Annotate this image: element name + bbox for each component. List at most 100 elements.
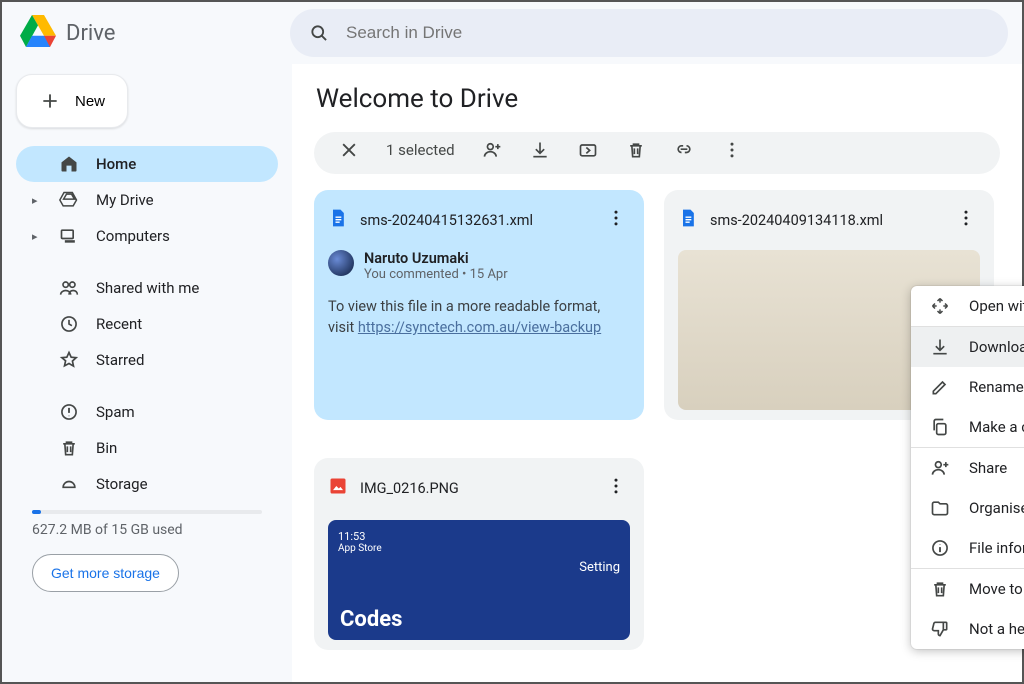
home-icon [58, 154, 80, 174]
card-more-icon[interactable] [952, 204, 980, 236]
menu-item-label: Open with [969, 297, 1024, 315]
menu-item-open-with[interactable]: Open with▸ [911, 286, 1024, 326]
file-name: IMG_0216.PNG [360, 480, 590, 497]
commenter-name: Naruto Uzumaki [364, 250, 508, 267]
storage-icon [58, 474, 80, 494]
comment-link[interactable]: https://synctech.com.au/view-backup [358, 319, 601, 336]
thumbs-down-icon [929, 619, 951, 639]
menu-item-download[interactable]: Download [911, 327, 1024, 367]
file-name: sms-20240409134118.xml [710, 212, 940, 229]
recent-icon [58, 314, 80, 334]
file-type-icon [328, 476, 348, 500]
search-input[interactable] [346, 23, 990, 43]
sidebar-item-label: Recent [96, 315, 142, 333]
preview-time: 11:53 [338, 530, 620, 543]
bin-icon [58, 438, 80, 458]
new-button-label: New [75, 93, 105, 110]
menu-item-share[interactable]: Share▸ [911, 448, 1024, 488]
info-icon [929, 538, 951, 558]
get-more-storage-button[interactable]: Get more storage [32, 554, 179, 592]
menu-item-label: Make a copy [969, 418, 1024, 436]
star-icon [58, 350, 80, 370]
page-title: Welcome to Drive [292, 84, 1022, 132]
search-icon [308, 23, 330, 43]
card-more-icon[interactable] [602, 472, 630, 504]
menu-item-label: Download [969, 338, 1024, 356]
sidebar-item-label: Starred [96, 351, 144, 369]
rename-icon [929, 377, 951, 397]
sidebar: New Home ▸ My Drive ▸ Computers Shared with m… [2, 64, 292, 682]
comment-body: To view this file in a more readable for… [328, 290, 630, 344]
commenter-sub: You commented • 15 Apr [364, 267, 508, 282]
expand-icon: ▸ [32, 230, 42, 243]
card-more-icon[interactable] [602, 204, 630, 236]
sidebar-item-recent[interactable]: Recent [16, 306, 278, 342]
menu-item-label: File information [969, 539, 1024, 557]
menu-item-rename[interactable]: Rename [911, 367, 1024, 407]
menu-item-label: Not a helpful suggestion [969, 620, 1024, 638]
file-card[interactable]: sms-20240415132631.xml Naruto Uzumaki Yo… [314, 190, 644, 420]
link-icon[interactable] [673, 140, 695, 160]
more-icon[interactable] [721, 140, 743, 160]
delete-icon[interactable] [625, 140, 647, 160]
sidebar-item-my-drive[interactable]: ▸ My Drive [16, 182, 278, 218]
move-to-icon[interactable] [577, 140, 599, 160]
spam-icon [58, 402, 80, 422]
menu-item-organise[interactable]: Organise▸ [911, 488, 1024, 528]
avatar [328, 250, 354, 276]
menu-item-move-to-bin[interactable]: Move to bin [911, 569, 1024, 609]
sidebar-item-label: Shared with me [96, 279, 199, 297]
sidebar-item-label: Bin [96, 439, 117, 457]
open-with-icon [929, 296, 951, 316]
sidebar-item-storage[interactable]: Storage [16, 466, 278, 502]
preview-settings-label: Setting [579, 560, 620, 575]
sidebar-item-shared-with-me[interactable]: Shared with me [16, 270, 278, 306]
sidebar-item-label: Spam [96, 403, 135, 421]
copy-icon [929, 417, 951, 437]
sidebar-item-spam[interactable]: Spam [16, 394, 278, 430]
sidebar-item-label: Storage [96, 475, 148, 493]
selection-toolbar: 1 selected [314, 132, 1000, 174]
drive-logo-icon [20, 13, 56, 53]
storage-text: 627.2 MB of 15 GB used [16, 522, 278, 538]
drive-icon [58, 190, 80, 210]
menu-item-not-a-helpful-suggestion[interactable]: Not a helpful suggestion [911, 609, 1024, 649]
download-icon [929, 337, 951, 357]
context-menu: Open with▸ Download Rename Make a copyCtrl+… [911, 286, 1024, 649]
sidebar-item-bin[interactable]: Bin [16, 430, 278, 466]
share-icon [929, 458, 951, 478]
file-type-icon [328, 207, 348, 233]
sidebar-item-starred[interactable]: Starred [16, 342, 278, 378]
menu-item-label: Organise [969, 499, 1024, 517]
plus-icon [39, 91, 61, 111]
sidebar-item-computers[interactable]: ▸ Computers [16, 218, 278, 254]
file-type-icon [678, 207, 698, 233]
menu-item-label: Move to bin [969, 580, 1024, 598]
share-person-icon[interactable] [481, 140, 503, 160]
preview-app: App Store [338, 543, 620, 554]
file-card[interactable]: IMG_0216.PNG 11:53 App Store Setting Cod… [314, 458, 644, 650]
app-header: Drive [2, 2, 1022, 64]
product-name: Drive [66, 21, 115, 46]
expand-icon: ▸ [32, 194, 42, 207]
file-name: sms-20240415132631.xml [360, 212, 590, 229]
menu-item-label: Share [969, 459, 1024, 477]
download-icon[interactable] [529, 140, 551, 160]
close-icon[interactable] [338, 140, 360, 160]
menu-item-make-a-copy[interactable]: Make a copyCtrl+C Ctrl+V [911, 407, 1024, 447]
sidebar-item-home[interactable]: Home [16, 146, 278, 182]
computers-icon [58, 226, 80, 246]
selection-count: 1 selected [386, 141, 455, 159]
logo-area[interactable]: Drive [20, 13, 290, 53]
new-button[interactable]: New [16, 74, 128, 128]
search-bar[interactable] [290, 9, 1008, 57]
file-preview: 11:53 App Store Setting Codes [328, 520, 630, 640]
menu-item-label: Rename [969, 378, 1024, 396]
organise-icon [929, 498, 951, 518]
storage-bar [32, 510, 262, 514]
sidebar-item-label: My Drive [96, 191, 154, 209]
main-area: Welcome to Drive 1 selected sms-20240415… [292, 64, 1022, 682]
shared-icon [58, 278, 80, 298]
menu-item-file-information[interactable]: File information▸ [911, 528, 1024, 568]
sidebar-item-label: Computers [96, 227, 170, 245]
